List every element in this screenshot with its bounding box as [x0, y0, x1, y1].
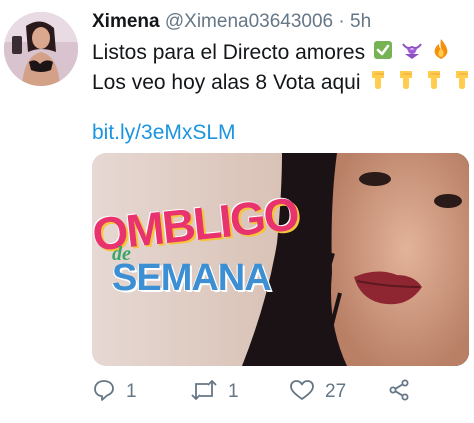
reply-button[interactable]: 1: [92, 376, 137, 408]
pointing-down-emoji: [368, 69, 388, 99]
avatar-photo: [4, 12, 78, 86]
author-handle[interactable]: @Ximena03643006: [165, 11, 333, 32]
retweet-icon: [190, 378, 218, 407]
fire-emoji: [431, 38, 451, 68]
pointing-down-emoji: [396, 69, 416, 99]
tweet-line-2-text: Los veo hoy alas 8 Vota aqui: [92, 71, 361, 95]
tweet-link[interactable]: bit.ly/3eMxSLM: [92, 120, 236, 146]
pointing-down-emoji: [452, 69, 472, 99]
like-icon: [289, 378, 315, 407]
check-mark-emoji: [373, 39, 393, 68]
separator-dot: ·: [338, 11, 345, 32]
logo-word-semana: SEMANA: [112, 257, 272, 299]
reply-icon: [92, 378, 116, 407]
bikini-emoji: [401, 39, 423, 68]
tweet-line-1-text: Listos para el Directo amores: [92, 41, 366, 64]
like-count: 27: [325, 381, 347, 402]
tweet-line-1: Listos para el Directo amores: [92, 38, 472, 68]
share-button[interactable]: [387, 376, 411, 408]
retweet-button[interactable]: 1: [190, 376, 239, 408]
tweet-line-2: Los veo hoy alas 8 Vota aqui: [92, 68, 472, 98]
tweet-header: Ximena @Ximena03643006 · 5h: [92, 11, 371, 33]
reply-count: 1: [126, 381, 137, 402]
media-logo: OMBLIGO de SEMANA: [92, 187, 300, 319]
media-image[interactable]: OMBLIGO de SEMANA: [92, 153, 469, 366]
tweet-text: Listos para el Directo amores Los veo ho…: [92, 38, 472, 99]
tweet-actions: 1 1 27: [92, 376, 462, 408]
like-button[interactable]: 27: [289, 376, 346, 408]
avatar[interactable]: [4, 12, 78, 86]
author-name[interactable]: Ximena: [92, 11, 160, 32]
retweet-count: 1: [228, 381, 239, 402]
pointing-down-emoji: [424, 69, 444, 99]
share-icon: [387, 378, 411, 407]
timestamp[interactable]: 5h: [350, 11, 371, 32]
